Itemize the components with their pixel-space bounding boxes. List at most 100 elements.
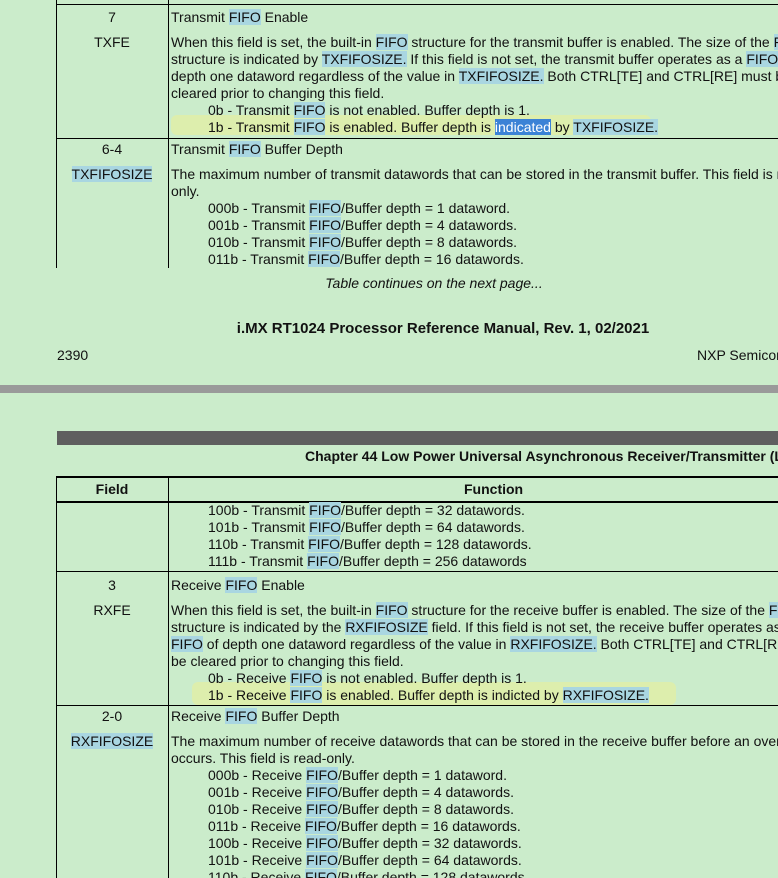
search-match: FIFO — [306, 767, 338, 783]
text-run: 011b - Transmit — [208, 251, 309, 267]
text-run: 010b - Transmit — [208, 234, 310, 250]
line: Receive FIFO Enable — [171, 577, 778, 594]
text-run: /Buffer depth = 32 datawords. — [337, 835, 522, 851]
text-run: depth one dataword regardless of the val… — [171, 68, 459, 84]
text-run: is not enabled. Buffer depth is 1. — [322, 670, 527, 686]
text-run: structure for the transmit buffer is ena… — [407, 34, 774, 50]
text-run: Transmit — [171, 141, 229, 157]
text-run: Both CTRL[TE] and CTRL[RE] must be — [543, 68, 778, 84]
enum-value: 001b - Receive FIFO/Buffer depth = 4 dat… — [171, 784, 778, 801]
search-match: FIFO — [290, 670, 323, 686]
search-match: FIFO — [306, 784, 338, 800]
text-run: Both CTRL[TE] and CTRL[RE] — [596, 636, 778, 652]
field-function: Receive FIFO Buffer Depth The maximum nu… — [171, 708, 778, 878]
search-match: TXFIFOSIZE. — [321, 51, 407, 67]
enum-value: 100b - Receive FIFO/Buffer depth = 32 da… — [171, 835, 778, 852]
register-field-table: Field Function 100b - Transmit FIFO/Buff… — [56, 476, 778, 878]
text-run: structure is indicated by the — [171, 619, 346, 635]
text-run: be cleared prior to changing this field. — [171, 653, 404, 669]
text-run: occurs. This field is read-only. — [171, 750, 355, 766]
line: occurs. This field is read-only. — [171, 750, 778, 767]
text-run: Enable — [260, 9, 309, 25]
field-name: TXFE — [94, 34, 130, 50]
field-function: Transmit FIFO Enable When this field is … — [171, 9, 778, 136]
text-run: 100b - Transmit — [208, 502, 310, 518]
search-match: FIFO — [228, 9, 261, 25]
text-run: /Buffer depth = 16 datawords. — [340, 251, 524, 267]
search-match: FIFO — [309, 200, 342, 216]
text-run: The maximum number of transmit datawords… — [171, 166, 778, 182]
text-run: 101b - Receive — [208, 852, 307, 868]
search-match: FIFO — [306, 852, 338, 868]
text-run: structure is indicated by — [171, 51, 322, 67]
search-match: FIFO — [305, 869, 337, 878]
selected-text: indicated — [494, 119, 551, 135]
table-row-rxfe: 3 RXFE Receive FIFO Enable When this fie… — [56, 572, 778, 706]
enum-value: 101b - Transmit FIFO/Buffer depth = 64 d… — [171, 519, 778, 536]
line: FIFO of depth one dataword regardless of… — [171, 636, 778, 653]
enum-value: 110b - Receive FIFO/Buffer depth = 128 d… — [171, 869, 778, 878]
enum-value: 111b - Transmit FIFO/Buffer depth = 256 … — [171, 553, 778, 570]
enum-value: 000b - Transmit FIFO/Buffer depth = 1 da… — [171, 200, 778, 217]
document-page-2390: 7 TXFE Transmit FIFO Enable When this fi… — [0, 0, 778, 385]
line: Receive FIFO Buffer Depth — [171, 708, 778, 725]
text-run: If this field is not set, the transmit b… — [406, 51, 747, 67]
page-separator — [0, 385, 778, 393]
line: cleared prior to changing this field. — [171, 85, 778, 102]
text-run: Buffer Depth — [260, 141, 343, 157]
enum-value: 1b - Transmit FIFO is enabled. Buffer de… — [171, 119, 778, 136]
text-run: only. — [171, 183, 200, 199]
field-bits: 2-0 — [101, 708, 123, 724]
enum-value: 1b - Receive FIFO is enabled. Buffer dep… — [171, 687, 778, 704]
enum-value: 0b - Transmit FIFO is not enabled. Buffe… — [171, 102, 778, 119]
search-match: FIFO — [375, 602, 408, 618]
text-run: The maximum number of receive datawords … — [171, 733, 778, 749]
enum-value: 001b - Transmit FIFO/Buffer depth = 4 da… — [171, 217, 778, 234]
text-run: Receive — [171, 577, 226, 593]
search-match: RXFIFOSIZE — [345, 619, 428, 635]
enum-value: 011b - Receive FIFO/Buffer depth = 16 da… — [171, 818, 778, 835]
search-match: RXFIFOSIZE. — [562, 687, 649, 703]
line: The maximum number of transmit datawords… — [171, 166, 778, 183]
search-match: FIFO — [309, 502, 342, 518]
text-run: 000b - Receive — [208, 767, 307, 783]
text-run: 001b - Receive — [208, 784, 307, 800]
text-run: 110b - Transmit — [208, 536, 309, 552]
enum-value: 000b - Receive FIFO/Buffer depth = 1 dat… — [171, 767, 778, 784]
text-run: /Buffer depth = 4 datawords. — [337, 784, 514, 800]
vendor-name: NXP Semicon — [697, 347, 778, 363]
table-continued-note: Table continues on the next page... — [325, 275, 543, 291]
text-run: is enabled. Buffer depth is indicted by — [322, 687, 563, 703]
search-match: FIFO — [306, 835, 338, 851]
search-match: FIFO — [290, 687, 323, 703]
chapter-title: Chapter 44 Low Power Universal Asynchron… — [305, 448, 778, 464]
search-match: FIFO — [309, 234, 342, 250]
line: depth one dataword regardless of the val… — [171, 68, 778, 85]
line: The maximum number of receive datawords … — [171, 733, 778, 750]
text-run: cleared prior to changing this field. — [171, 85, 385, 101]
line: Transmit FIFO Buffer Depth — [171, 141, 778, 158]
search-match: TXFIFOSIZE. — [458, 68, 544, 84]
text-run: field. If this field is not set, the rec… — [427, 619, 778, 635]
search-match: TXFIFOSIZE. — [573, 119, 659, 135]
search-match: FIF — [768, 602, 778, 618]
field-name: TXFIFOSIZE — [56, 166, 168, 183]
text-run: /Buffer depth = 1 dataword. — [341, 200, 511, 216]
field-name-text: TXFIFOSIZE — [71, 166, 153, 182]
text-run: 0b - Transmit — [208, 102, 294, 118]
column-header-function: Function — [464, 481, 524, 497]
search-match: FIFO — [375, 34, 408, 50]
search-match: FIFO — [773, 34, 778, 50]
document-page-2391: Chapter 44 Low Power Universal Asynchron… — [0, 393, 778, 878]
text-run: /Buffer depth = 64 datawords. — [341, 519, 525, 535]
text-run: structure for the receive buffer is enab… — [407, 602, 769, 618]
field-function: Receive FIFO Enable When this field is s… — [171, 577, 778, 704]
text-run: 110b - Receive — [208, 869, 306, 878]
search-match: FIFO — [309, 217, 342, 233]
line: be cleared prior to changing this field. — [171, 653, 778, 670]
search-match: FIFO — [308, 251, 341, 267]
enum-value: 101b - Receive FIFO/Buffer depth = 64 da… — [171, 852, 778, 869]
field-function: 100b - Transmit FIFO/Buffer depth = 32 d… — [171, 502, 778, 570]
text-run: is enabled. Buffer depth is — [325, 119, 495, 135]
text-run: Transmit — [171, 9, 229, 25]
